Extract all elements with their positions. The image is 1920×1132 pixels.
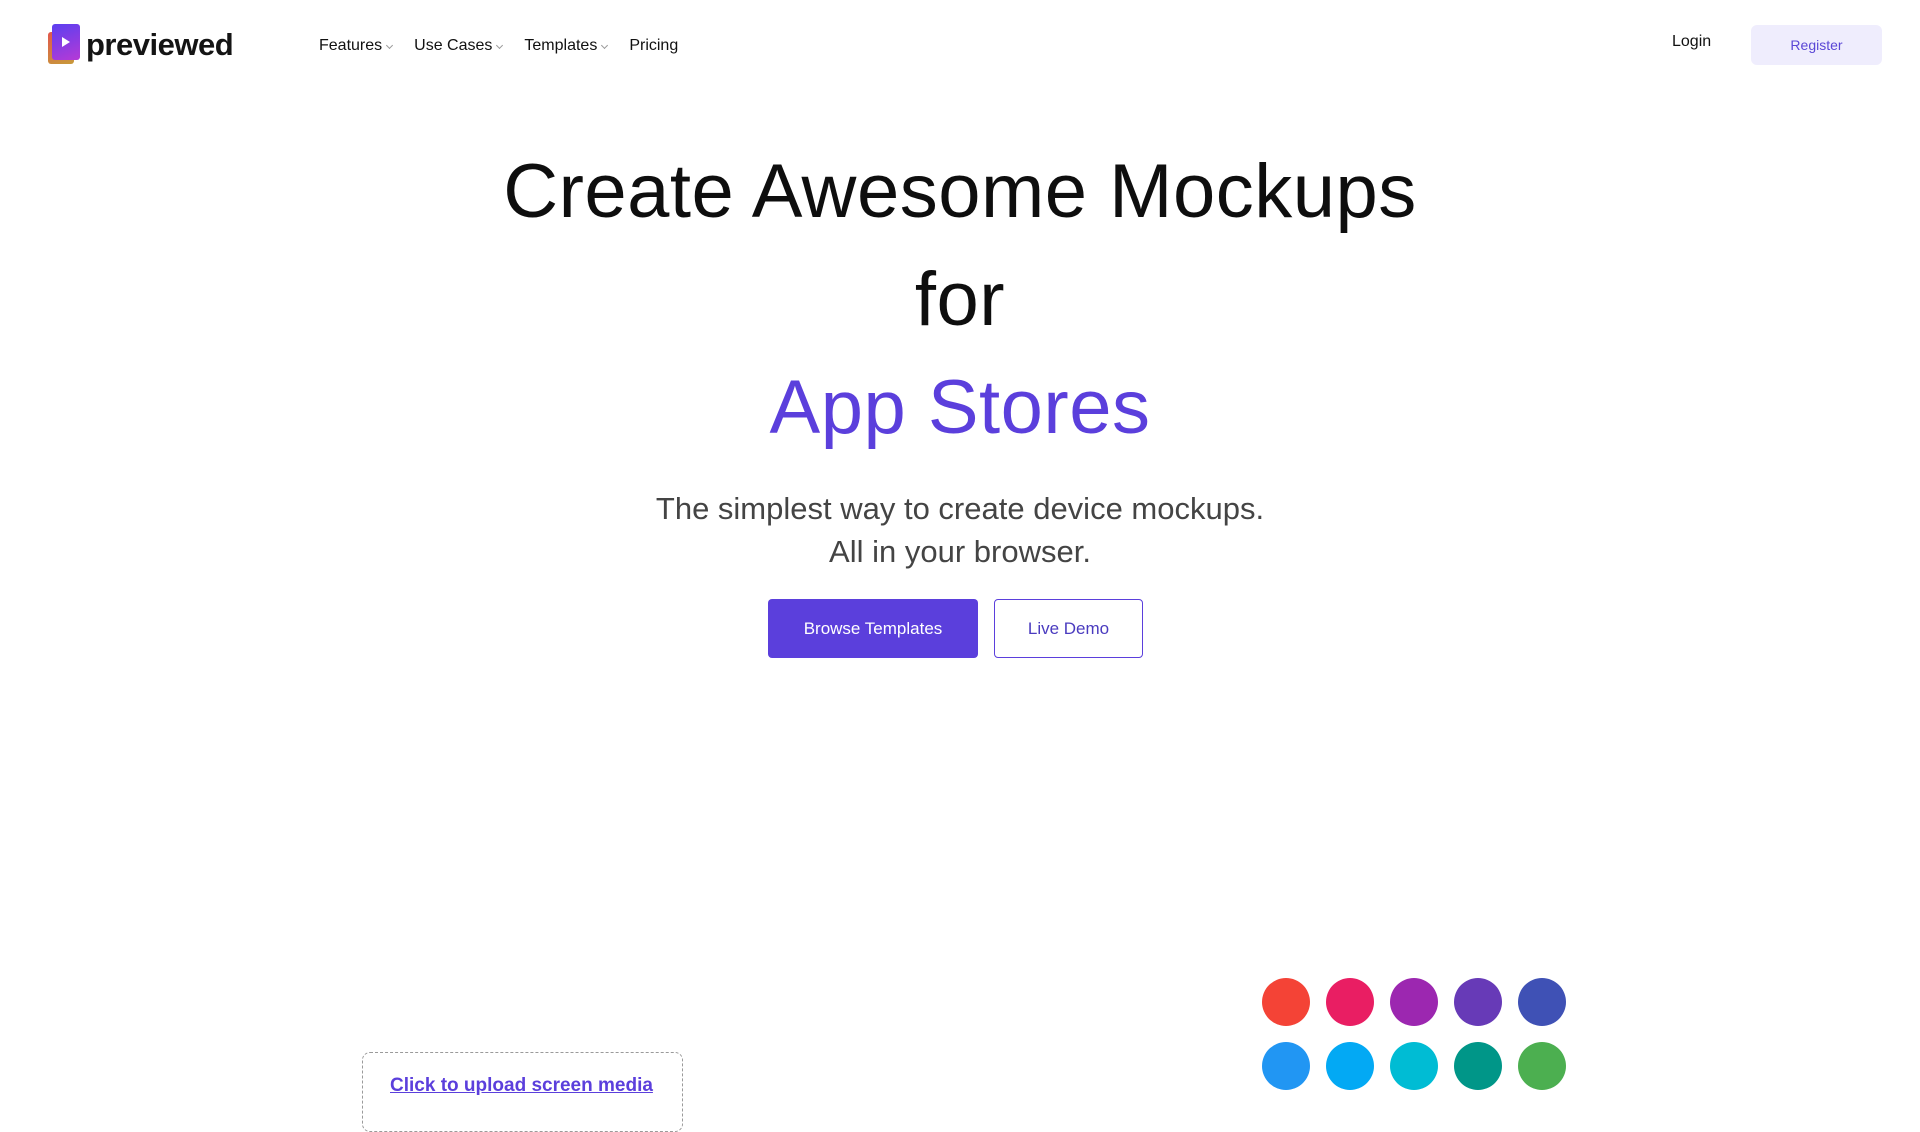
- browse-templates-button[interactable]: Browse Templates: [768, 599, 978, 658]
- hero-cta-group: Browse Templates Live Demo: [768, 599, 1143, 658]
- hero-title-line-2: for: [914, 257, 1006, 342]
- site-header: previewed Features Use Cases Templates P…: [0, 0, 1920, 90]
- color-swatch[interactable]: [1518, 978, 1566, 1026]
- hero-title-line-1: Create Awesome Mockups: [503, 149, 1417, 234]
- color-swatch[interactable]: [1326, 978, 1374, 1026]
- hero-subtitle: The simplest way to create device mockup…: [0, 487, 1920, 573]
- color-swatch[interactable]: [1518, 1042, 1566, 1090]
- nav-item-label: Features: [319, 37, 383, 54]
- login-link[interactable]: Login: [1672, 33, 1711, 51]
- color-swatch[interactable]: [1262, 1042, 1310, 1090]
- live-demo-button[interactable]: Live Demo: [994, 599, 1143, 658]
- nav-item-use-cases[interactable]: Use Cases: [414, 37, 504, 55]
- previewed-logo-icon: [48, 24, 80, 66]
- color-swatch[interactable]: [1390, 1042, 1438, 1090]
- color-swatch[interactable]: [1326, 1042, 1374, 1090]
- brand-logo[interactable]: previewed: [48, 24, 234, 66]
- register-button[interactable]: Register: [1751, 25, 1882, 65]
- upload-dropzone[interactable]: Click to upload screen media: [362, 1052, 683, 1132]
- nav-item-templates[interactable]: Templates: [524, 37, 609, 55]
- nav-item-features[interactable]: Features: [319, 37, 394, 55]
- hero-title-highlight: App Stores: [769, 365, 1151, 450]
- upload-label: Click to upload screen media: [390, 1075, 653, 1096]
- chevron-down-icon: [601, 41, 609, 49]
- color-swatch[interactable]: [1262, 978, 1310, 1026]
- hero-subtitle-line-1: The simplest way to create device mockup…: [655, 491, 1265, 526]
- chevron-down-icon: [496, 41, 504, 49]
- brand-name: previewed: [86, 27, 234, 62]
- main-nav: Features Use Cases Templates Pricing: [319, 32, 700, 60]
- nav-item-label: Use Cases: [414, 37, 493, 54]
- chevron-down-icon: [386, 41, 394, 49]
- nav-item-pricing[interactable]: Pricing: [629, 37, 678, 55]
- color-swatch[interactable]: [1454, 1042, 1502, 1090]
- color-swatch[interactable]: [1390, 978, 1438, 1026]
- nav-item-label: Pricing: [629, 37, 679, 54]
- hero-subtitle-line-2: All in your browser.: [829, 534, 1091, 569]
- nav-item-label: Templates: [524, 37, 598, 54]
- color-swatch[interactable]: [1454, 978, 1502, 1026]
- color-swatch-grid: [1262, 978, 1576, 1090]
